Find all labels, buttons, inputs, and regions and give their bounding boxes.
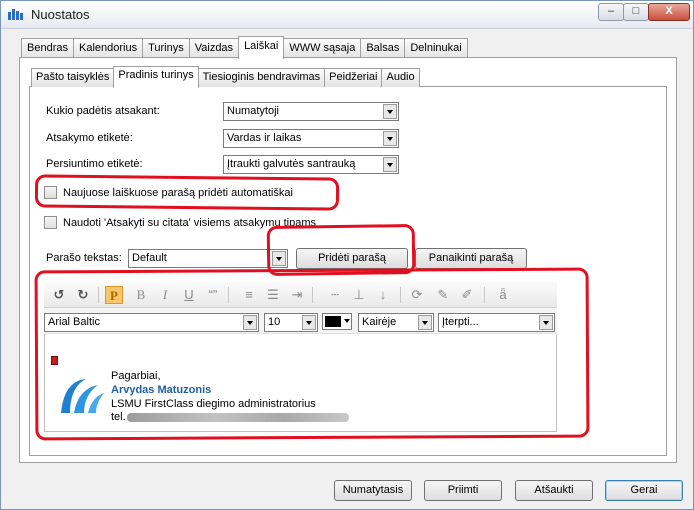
firstclass-app-icon bbox=[8, 9, 23, 20]
add-signature-button[interactable]: Pridėti parašą bbox=[296, 248, 408, 269]
apply-button[interactable]: Priimti bbox=[424, 480, 502, 501]
align-select[interactable]: Kairėje bbox=[358, 313, 434, 332]
tab-vaizdas[interactable]: Vaizdas bbox=[188, 38, 240, 58]
quote-icon[interactable]: “” bbox=[204, 286, 222, 304]
minimize-button[interactable]: – bbox=[598, 3, 624, 21]
toolbar-separator bbox=[98, 287, 99, 303]
window-title: Nuostatos bbox=[31, 7, 90, 22]
align-select-value: Kairėje bbox=[362, 316, 397, 328]
horizontal-rule-icon[interactable]: ┄ bbox=[326, 286, 344, 304]
cancel-button[interactable]: Atšaukti bbox=[515, 480, 593, 501]
tab-turinys[interactable]: Turinys bbox=[142, 38, 190, 58]
auto-signature-label: Naujuose laiškuose parašą pridėti automa… bbox=[63, 186, 293, 199]
eyedropper-icon[interactable]: ✎ bbox=[434, 286, 452, 304]
text-color-swatch bbox=[325, 316, 341, 327]
signature-tel-label: tel. bbox=[111, 411, 126, 423]
subtab-pasto-taisykles[interactable]: Pašto taisyklės bbox=[31, 68, 115, 87]
redo-icon[interactable]: ↻ bbox=[74, 286, 92, 304]
chevron-down-icon bbox=[383, 104, 397, 119]
format-toolbar: ↺ ↻ P B I U “” ≡ ☰ ⇥ ┄ ⊥ ↓ ⟳ ✎ ✐ ǟ bbox=[44, 282, 557, 308]
tab-delninukai[interactable]: Delninukai bbox=[404, 38, 468, 58]
auto-signature-checkbox[interactable] bbox=[44, 186, 57, 199]
signature-select-value: Default bbox=[132, 252, 167, 264]
paragraph-icon[interactable]: P bbox=[105, 286, 123, 304]
forward-label-value: Įtraukti galvutės santrauką bbox=[227, 158, 356, 170]
toolbar-separator bbox=[228, 287, 229, 303]
signature-role: LSMU FirstClass diegimo administratorius bbox=[111, 398, 316, 410]
spellcheck-icon[interactable]: ǟ bbox=[494, 286, 512, 304]
insert-select[interactable]: Įterpti... bbox=[438, 313, 555, 332]
tab-laiskai[interactable]: Laiškai bbox=[238, 36, 285, 59]
subtab-tiesioginis-bendravimas[interactable]: Tiesioginis bendravimas bbox=[197, 68, 326, 87]
position-select[interactable]: Numatytoji bbox=[223, 102, 399, 121]
subtab-audio[interactable]: Audio bbox=[381, 68, 420, 87]
reply-label-select[interactable]: Vardas ir laikas bbox=[223, 129, 399, 148]
main-tab-strip: Bendras Kalendorius Turinys Vaizdas Laiš… bbox=[21, 36, 468, 59]
chevron-down-icon bbox=[539, 315, 553, 330]
toolbar-separator bbox=[312, 287, 313, 303]
quote-reply-checkbox[interactable] bbox=[44, 216, 57, 229]
tab-kalendorius[interactable]: Kalendorius bbox=[72, 38, 144, 58]
tab-balsas[interactable]: Balsas bbox=[360, 38, 406, 58]
title-bar: Nuostatos – □ X bbox=[1, 1, 693, 29]
chevron-down-icon bbox=[418, 315, 432, 330]
tab-www-sasaja[interactable]: WWW sąsaja bbox=[283, 38, 362, 58]
numbered-list-icon[interactable]: ≡ bbox=[240, 286, 258, 304]
maximize-button[interactable]: □ bbox=[623, 3, 649, 21]
close-button[interactable]: X bbox=[648, 3, 690, 21]
defaults-button[interactable]: Numatytasis bbox=[334, 480, 412, 501]
brush-icon[interactable]: ✐ bbox=[458, 286, 476, 304]
chevron-down-icon bbox=[243, 315, 257, 330]
font-select-value: Arial Baltic bbox=[48, 316, 100, 328]
toolbar-separator bbox=[484, 287, 485, 303]
insert-select-value: Įterpti... bbox=[442, 316, 479, 328]
auto-signature-option[interactable]: Naujuose laiškuose parašą pridėti automa… bbox=[44, 186, 293, 199]
redacted-phone bbox=[127, 413, 349, 422]
preferences-window: Nuostatos – □ X Bendras Kalendorius Turi… bbox=[0, 0, 694, 510]
forward-label-label: Persiuntimo etiketė: bbox=[46, 158, 143, 170]
chevron-down-icon bbox=[383, 157, 397, 172]
remove-signature-button[interactable]: Panaikinti parašą bbox=[415, 248, 527, 269]
italic-icon[interactable]: I bbox=[156, 286, 174, 304]
sub-tab-strip: Pašto taisyklės Pradinis turinys Tiesiog… bbox=[31, 66, 420, 88]
font-select[interactable]: Arial Baltic bbox=[44, 313, 259, 332]
underline-icon[interactable]: U bbox=[180, 286, 198, 304]
quote-reply-label: Naudoti 'Atsakyti su citata' visiems ats… bbox=[63, 216, 317, 229]
indent-icon[interactable]: ⇥ bbox=[288, 286, 306, 304]
size-select[interactable]: 10 bbox=[264, 313, 318, 332]
refresh-icon[interactable]: ⟳ bbox=[408, 286, 426, 304]
signature-name: Arvydas Matuzonis bbox=[111, 384, 212, 396]
reply-label-label: Atsakymo etiketė: bbox=[46, 132, 133, 144]
signature-text-label: Parašo tekstas: bbox=[46, 252, 122, 264]
ok-button[interactable]: Gerai bbox=[605, 480, 683, 501]
arrow-down-icon[interactable]: ↓ bbox=[374, 286, 392, 304]
chevron-down-icon bbox=[344, 319, 350, 323]
chevron-down-icon bbox=[272, 251, 286, 266]
position-label: Kukio padėtis atsakant: bbox=[46, 105, 160, 117]
quote-reply-option[interactable]: Naudoti 'Atsakyti su citata' visiems ats… bbox=[44, 216, 316, 229]
text-color-picker[interactable] bbox=[322, 313, 352, 330]
signature-select[interactable]: Default bbox=[128, 249, 288, 268]
chevron-down-icon bbox=[302, 315, 316, 330]
size-select-value: 10 bbox=[268, 316, 281, 328]
cursor-marker-icon bbox=[51, 356, 58, 365]
position-select-value: Numatytoji bbox=[227, 105, 279, 117]
tab-bendras[interactable]: Bendras bbox=[21, 38, 74, 58]
reply-label-value: Vardas ir laikas bbox=[227, 132, 302, 144]
toolbar-separator bbox=[400, 287, 401, 303]
bold-icon[interactable]: B bbox=[132, 286, 150, 304]
line-icon[interactable]: ⊥ bbox=[350, 286, 368, 304]
subtab-peidzeriai[interactable]: Peidžeriai bbox=[324, 68, 383, 87]
chevron-down-icon bbox=[383, 131, 397, 146]
lsmu-logo-icon bbox=[61, 379, 104, 413]
bullet-list-icon[interactable]: ☰ bbox=[264, 286, 282, 304]
forward-label-select[interactable]: Įtraukti galvutės santrauką bbox=[223, 155, 399, 174]
undo-icon[interactable]: ↺ bbox=[50, 286, 68, 304]
signature-greeting: Pagarbiai, bbox=[111, 370, 161, 382]
subtab-pradinis-turinys[interactable]: Pradinis turinys bbox=[113, 66, 199, 88]
